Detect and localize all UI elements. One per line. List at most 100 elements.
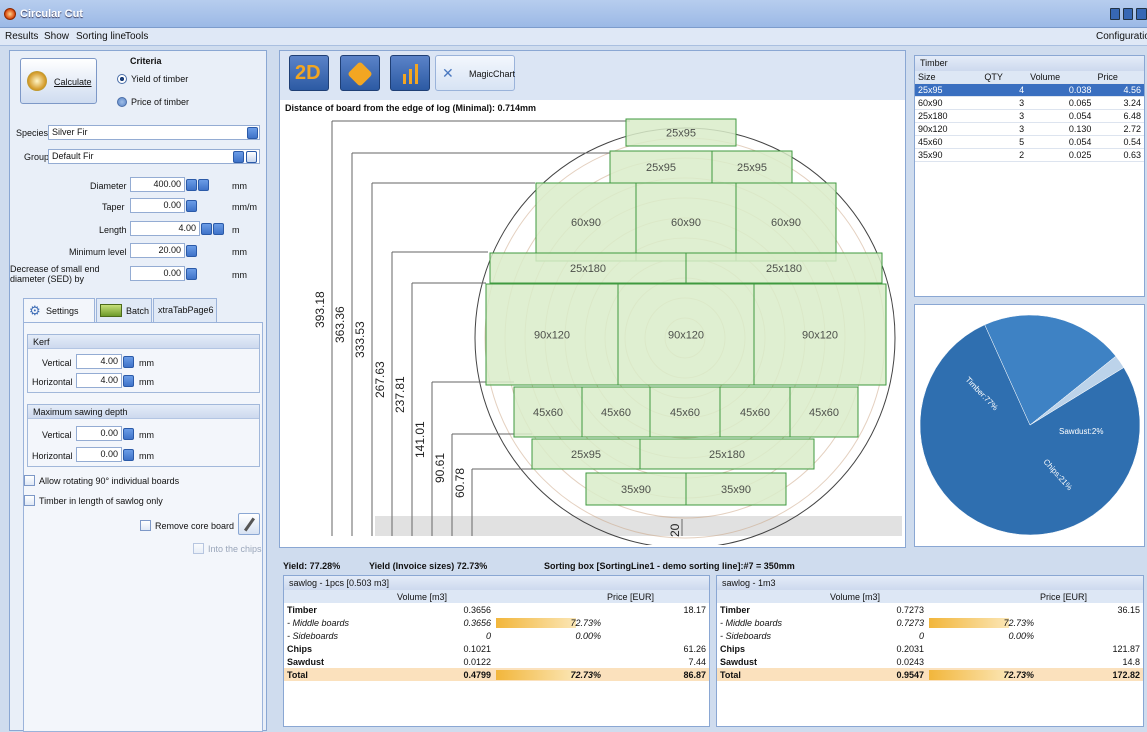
table-cell: 0.0122 — [463, 656, 491, 667]
column-header[interactable] — [717, 590, 827, 603]
allow-rotating-checkbox[interactable] — [24, 475, 35, 486]
msd-vertical-spin-icon[interactable] — [123, 428, 134, 440]
group-label: Group — [24, 152, 50, 162]
col-volume[interactable]: Volume — [1027, 71, 1095, 84]
tab-settings[interactable]: ⚙ Settings — [23, 298, 95, 322]
length-input[interactable]: 4.00 — [130, 221, 200, 236]
column-header[interactable]: Volume [m3] — [394, 590, 494, 603]
board: 45x60 — [719, 386, 791, 438]
column-header[interactable]: Volume [m3] — [827, 590, 927, 603]
allow-rotating-label: Allow rotating 90° individual boards — [39, 476, 180, 486]
table-cell: 25x180 — [915, 109, 982, 123]
minimum-level-input[interactable]: 20.00 — [130, 243, 185, 258]
menu-show[interactable]: Show — [44, 31, 69, 42]
table-cell: 4 — [981, 83, 1028, 97]
species-dropdown-icon[interactable] — [247, 127, 258, 139]
kerf-horizontal-spin-icon[interactable] — [123, 375, 134, 387]
group-select[interactable]: Default Fir — [48, 149, 260, 164]
diameter-spin-icon[interactable] — [186, 179, 197, 191]
remove-core-checkbox[interactable] — [140, 520, 151, 531]
table-cell: 14.8 — [1122, 656, 1140, 667]
table-header: Volume [m3] Price [EUR] — [284, 590, 709, 603]
msd-vertical-input[interactable]: 0.00 — [76, 426, 122, 441]
table-cell — [494, 642, 604, 655]
table-row[interactable]: 35x90 2 0.025 0.63 — [915, 148, 1144, 162]
menu-tools[interactable]: Tools — [125, 31, 148, 42]
diameter-dropdown-icon[interactable] — [198, 179, 209, 191]
pencil-icon[interactable] — [238, 513, 260, 535]
calculate-button[interactable]: Calculate — [20, 58, 97, 104]
close-button[interactable] — [1136, 8, 1147, 20]
col-qty[interactable]: QTY — [981, 71, 1028, 84]
minimum-level-spin-icon[interactable] — [186, 245, 197, 257]
tab-batch[interactable]: Batch — [96, 298, 152, 322]
table-row: Total 0.9547 72.73% 172.82 — [717, 668, 1143, 681]
board-label: 60x90 — [571, 217, 601, 229]
table-row[interactable]: 60x90 3 0.065 3.24 — [915, 96, 1144, 110]
table-cell: Sawdust — [720, 656, 758, 667]
view-2d-button[interactable]: 2D — [289, 55, 329, 91]
sorting-box-text: Sorting box [SortingLine1 - demo sorting… — [544, 561, 795, 571]
table-cell: Sawdust — [287, 656, 325, 667]
msd-horizontal-spin-icon[interactable] — [123, 449, 134, 461]
table-row[interactable]: 25x180 3 0.054 6.48 — [915, 109, 1144, 123]
col-size[interactable]: Size — [915, 71, 982, 84]
percent-bar — [929, 670, 1009, 680]
magic-chart-button[interactable]: ✕ MagicChart — [435, 55, 515, 91]
column-header[interactable] — [494, 590, 604, 603]
taper-input[interactable]: 0.00 — [130, 198, 185, 213]
table-row[interactable]: 45x60 5 0.054 0.54 — [915, 135, 1144, 149]
statistics-button[interactable] — [390, 55, 430, 91]
radio-yield[interactable] — [117, 74, 127, 84]
kerf-horizontal-input[interactable]: 4.00 — [76, 373, 122, 388]
species-select[interactable]: Silver Fir — [48, 125, 260, 140]
board-label: 25x95 — [666, 128, 696, 140]
into-chips-checkbox[interactable] — [193, 543, 204, 554]
bar-icon — [403, 74, 406, 84]
maximize-button[interactable] — [1123, 8, 1133, 20]
timber-in-length-label: Timber in length of sawlog only — [39, 496, 163, 506]
kerf-vertical-spin-icon[interactable] — [123, 356, 134, 368]
table-row: - Sideboards 0 0.00% — [717, 629, 1143, 642]
tab-xtra[interactable]: xtraTabPage6 — [153, 298, 217, 322]
table-cell: 0.025 — [1027, 148, 1095, 162]
group-dropdown-icon[interactable] — [233, 151, 244, 163]
kerf-vertical-input[interactable]: 4.00 — [76, 354, 122, 369]
taper-spin-icon[interactable] — [186, 200, 197, 212]
table-cell: 72.73% — [927, 616, 1037, 629]
board: 45x60 — [581, 386, 651, 438]
length-dropdown-icon[interactable] — [213, 223, 224, 235]
table-cell: 0.4799 — [463, 669, 491, 680]
column-header[interactable] — [284, 590, 394, 603]
price-tag-button[interactable] — [340, 55, 380, 91]
radio-price[interactable] — [117, 97, 127, 107]
sed-unit: mm — [232, 270, 247, 280]
sed-spin-icon[interactable] — [186, 268, 197, 280]
table-row[interactable]: 90x120 3 0.130 2.72 — [915, 122, 1144, 136]
tab-xtra-label: xtraTabPage6 — [158, 305, 214, 315]
menu-sorting-line[interactable]: Sorting line — [76, 31, 126, 42]
col-price[interactable]: Price — [1094, 71, 1144, 84]
column-header[interactable] — [927, 590, 1037, 603]
table-cell: - Middle boards — [287, 617, 350, 628]
menu-configuration[interactable]: Configuration — [1096, 31, 1147, 42]
diameter-input[interactable]: 400.00 — [130, 177, 185, 192]
table-row[interactable]: 25x95 4 0.038 4.56 — [915, 83, 1144, 97]
view-2d-label: 2D — [295, 62, 321, 84]
pie-label: Sawdust:2% — [1059, 427, 1103, 436]
edit-group-icon[interactable] — [246, 151, 257, 163]
column-header[interactable]: Price [EUR] — [604, 590, 709, 603]
dimension-label: 60.78 — [453, 468, 467, 498]
table-cell: 0.63 — [1094, 148, 1144, 162]
column-header[interactable]: Price [EUR] — [1037, 590, 1143, 603]
timber-in-length-checkbox[interactable] — [24, 495, 35, 506]
board-label: 35x90 — [621, 484, 651, 496]
sed-input[interactable]: 0.00 — [130, 266, 185, 281]
left-panel: Calculate Criteria Yield of timber Price… — [9, 50, 267, 732]
table-cell: 35x90 — [915, 148, 982, 162]
minimize-button[interactable] — [1110, 8, 1120, 20]
kerf-vertical-unit: mm — [139, 358, 154, 368]
menu-results[interactable]: Results — [5, 31, 38, 42]
msd-horizontal-input[interactable]: 0.00 — [76, 447, 122, 462]
length-spin-icon[interactable] — [201, 223, 212, 235]
